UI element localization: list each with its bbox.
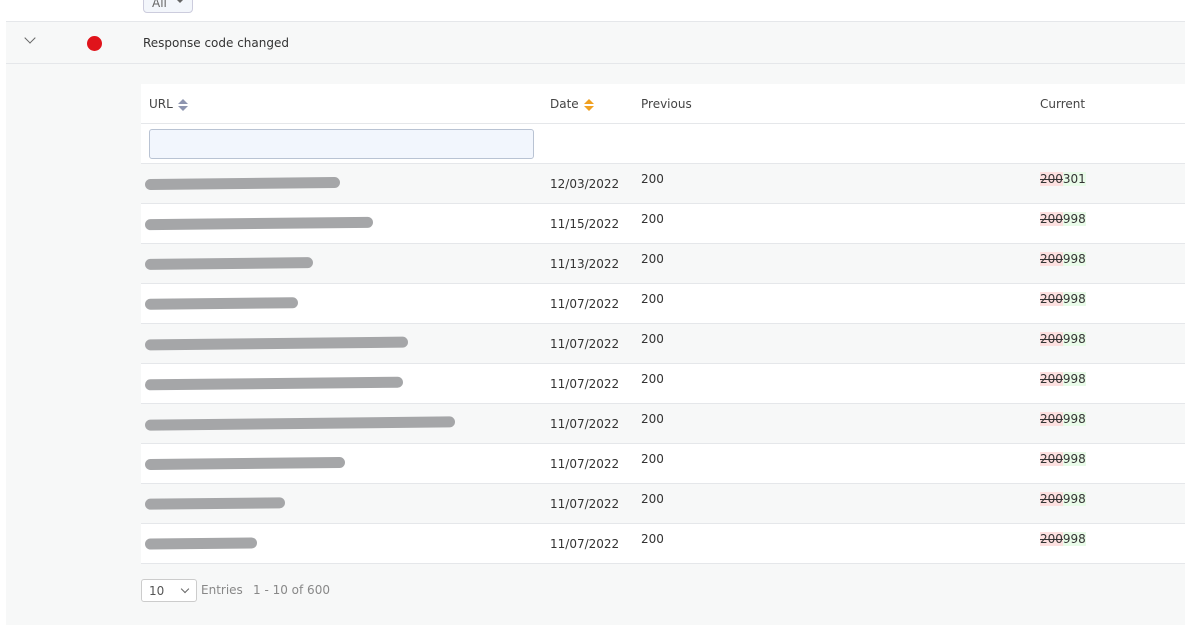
table-row: 12/03/2022 200 200301: [141, 164, 1185, 204]
date-cell: 11/15/2022: [550, 217, 620, 231]
results-table: URL Date Previous Current 12/03/2022 200…: [141, 84, 1185, 564]
previous-code-cell: 200: [641, 332, 664, 346]
current-code-cell: 200301: [1040, 172, 1086, 186]
page-size-select[interactable]: 10: [141, 579, 197, 602]
redacted-url-link[interactable]: [144, 416, 456, 431]
added-code: 998: [1062, 412, 1086, 426]
date-cell: 11/07/2022: [550, 417, 620, 431]
removed-code: 200: [1040, 332, 1063, 346]
date-cell: 11/13/2022: [550, 257, 620, 271]
previous-code-cell: 200: [641, 172, 664, 186]
previous-code-cell: 200: [641, 492, 664, 506]
column-previous: Previous: [641, 97, 692, 111]
previous-code-cell: 200: [641, 252, 664, 266]
column-url[interactable]: URL: [149, 97, 188, 111]
date-cell: 11/07/2022: [550, 377, 620, 391]
table-row: 11/07/2022 200 200998: [141, 284, 1185, 324]
previous-code-cell: 200: [641, 412, 664, 426]
caret-down-icon: [175, 0, 185, 3]
chevron-down-icon: [180, 584, 190, 594]
redacted-url-link[interactable]: [144, 456, 346, 471]
added-code: 998: [1062, 332, 1086, 346]
current-code-cell: 200998: [1040, 492, 1086, 506]
removed-code: 200: [1040, 492, 1063, 506]
current-code-cell: 200998: [1040, 252, 1086, 266]
table-row: 11/07/2022 200 200998: [141, 364, 1185, 404]
status-filter-select[interactable]: All: [143, 0, 193, 13]
added-code: 998: [1062, 252, 1086, 266]
redacted-url-link[interactable]: [144, 497, 286, 510]
entries-label: Entries: [201, 583, 243, 597]
filter-row: [141, 124, 1185, 164]
removed-code: 200: [1040, 212, 1063, 226]
previous-code-cell: 200: [641, 532, 664, 546]
added-code: 998: [1062, 452, 1086, 466]
redacted-url-link[interactable]: [144, 336, 409, 351]
group-title: Response code changed: [143, 36, 289, 50]
previous-code-cell: 200: [641, 452, 664, 466]
column-date[interactable]: Date: [550, 97, 594, 111]
added-code: 998: [1062, 372, 1086, 386]
current-code-cell: 200998: [1040, 532, 1086, 546]
added-code: 998: [1062, 492, 1086, 506]
sort-active-icon[interactable]: [583, 98, 594, 111]
sort-icon[interactable]: [177, 98, 188, 111]
table-row: 11/15/2022 200 200998: [141, 204, 1185, 244]
previous-code-cell: 200: [641, 292, 664, 306]
date-cell: 11/07/2022: [550, 297, 620, 311]
issue-group-header[interactable]: Response code changed: [6, 22, 1185, 64]
issue-group: Response code changed URL Date Previous …: [6, 21, 1185, 625]
previous-code-cell: 200: [641, 212, 664, 226]
removed-code: 200: [1040, 372, 1063, 386]
added-code: 998: [1062, 532, 1086, 546]
table-header: URL Date Previous Current: [141, 84, 1185, 124]
date-cell: 11/07/2022: [550, 537, 620, 551]
current-code-cell: 200998: [1040, 332, 1086, 346]
removed-code: 200: [1040, 412, 1063, 426]
added-code: 301: [1062, 172, 1086, 186]
redacted-url-link[interactable]: [144, 537, 258, 550]
removed-code: 200: [1040, 252, 1063, 266]
redacted-url-link[interactable]: [144, 297, 299, 310]
date-cell: 11/07/2022: [550, 337, 620, 351]
date-cell: 11/07/2022: [550, 457, 620, 471]
removed-code: 200: [1040, 292, 1063, 306]
table-row: 11/07/2022 200 200998: [141, 484, 1185, 524]
current-code-cell: 200998: [1040, 372, 1086, 386]
removed-code: 200: [1040, 532, 1063, 546]
table-row: 11/13/2022 200 200998: [141, 244, 1185, 284]
removed-code: 200: [1040, 452, 1063, 466]
chevron-down-icon[interactable]: [24, 32, 36, 44]
table-row: 11/07/2022 200 200998: [141, 324, 1185, 364]
table-body: 12/03/2022 200 200301 11/15/2022 200 200…: [141, 164, 1185, 564]
column-current: Current: [1040, 97, 1086, 111]
pagination-range: 1 - 10 of 600: [253, 583, 330, 597]
redacted-url-link[interactable]: [144, 216, 374, 231]
url-filter-input[interactable]: [149, 129, 534, 159]
redacted-url-link[interactable]: [144, 176, 341, 191]
date-cell: 12/03/2022: [550, 177, 620, 191]
added-code: 998: [1062, 292, 1086, 306]
table-row: 11/07/2022 200 200998: [141, 444, 1185, 484]
date-cell: 11/07/2022: [550, 497, 620, 511]
added-code: 998: [1062, 212, 1086, 226]
current-code-cell: 200998: [1040, 292, 1086, 306]
status-dot-icon: [87, 36, 102, 51]
current-code-cell: 200998: [1040, 452, 1086, 466]
previous-code-cell: 200: [641, 372, 664, 386]
table-row: 11/07/2022 200 200998: [141, 524, 1185, 564]
current-code-cell: 200998: [1040, 212, 1086, 226]
current-code-cell: 200998: [1040, 412, 1086, 426]
redacted-url-link[interactable]: [144, 376, 404, 391]
table-row: 11/07/2022 200 200998: [141, 404, 1185, 444]
removed-code: 200: [1040, 172, 1063, 186]
redacted-url-link[interactable]: [144, 257, 314, 270]
